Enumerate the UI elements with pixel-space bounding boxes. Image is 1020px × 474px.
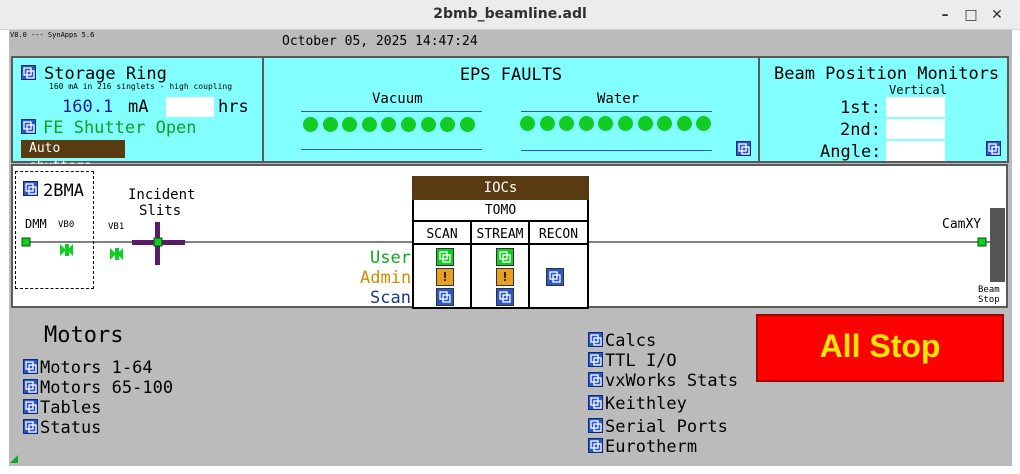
menu-keithley[interactable]: Keithley (588, 394, 748, 414)
resize-grip-icon[interactable] (10, 455, 18, 463)
menu-eurotherm[interactable]: Eurotherm (588, 437, 748, 457)
iocs-header: IOCs (412, 176, 589, 200)
dmm-marker (21, 237, 31, 247)
menu-motors-1-64-label: Motors 1-64 (40, 358, 153, 378)
menu-calcs[interactable]: Calcs (588, 331, 748, 351)
serial-ports-display-icon (588, 418, 603, 433)
ioc-scan-user-button[interactable] (436, 248, 454, 266)
vxworks-stats-display-icon (588, 372, 603, 387)
slits-marker (153, 237, 163, 247)
all-stop-label: All Stop (819, 328, 941, 364)
ioc-stream-scan-button[interactable] (496, 288, 514, 306)
menu-tables-label: Tables (40, 398, 102, 418)
menu-vxworks-stats-label: vxWorks Stats (605, 371, 739, 391)
eurotherm-display-icon (588, 438, 603, 453)
menu-status-label: Status (40, 418, 102, 438)
status-display-icon (23, 419, 38, 434)
menu-motors-1-64[interactable]: Motors 1-64 (23, 358, 193, 378)
menu-serial-ports[interactable]: Serial Ports (588, 417, 748, 437)
calcs-display-icon (588, 332, 603, 347)
menu-keithley-label: Keithley (605, 394, 687, 414)
ioc-col-stream-label: STREAM (476, 227, 524, 242)
ioc-col-scan-label: SCAN (426, 227, 458, 242)
ioc-stream-user-button[interactable] (496, 248, 514, 266)
menu-eurotherm-label: Eurotherm (605, 437, 698, 457)
menu-calcs-label: Calcs (605, 331, 657, 351)
menu-motors-65-100[interactable]: Motors 65-100 (23, 378, 193, 398)
ioc-row-scan-label: Scan (370, 288, 411, 308)
menu-motors-65-100-label: Motors 65-100 (40, 378, 174, 398)
menu-ttl-io[interactable]: TTL I/O (588, 351, 748, 371)
ioc-stream-admin-button[interactable]: ! (496, 268, 514, 286)
ioc-row-user-label: User (370, 248, 411, 268)
ioc-recon-admin-button[interactable] (546, 268, 564, 286)
ioc-scan-scan-button[interactable] (436, 288, 454, 306)
motors-1-64-display-icon (23, 359, 38, 374)
motors-65-100-display-icon (23, 379, 38, 394)
ioc-scan-admin-button[interactable]: ! (436, 268, 454, 286)
vb1-valve-stem (115, 248, 119, 260)
vb0-valve-stem (65, 244, 69, 256)
all-stop-button[interactable]: All Stop (756, 314, 1004, 382)
keithley-display-icon (588, 395, 603, 410)
menu-vxworks-stats[interactable]: vxWorks Stats (588, 371, 748, 391)
menu-status[interactable]: Status (23, 418, 193, 438)
menu-ttl-io-label: TTL I/O (605, 351, 677, 371)
ioc-header-divider (412, 243, 589, 245)
beam-stop-block (990, 208, 1005, 282)
ttl-io-display-icon (588, 352, 603, 367)
ioc-row-admin-label: Admin (360, 268, 412, 288)
tables-display-icon (23, 399, 38, 414)
camxy-marker (977, 237, 987, 247)
menu-tables[interactable]: Tables (23, 398, 193, 418)
menu-serial-ports-label: Serial Ports (605, 417, 728, 437)
motors-title: Motors (44, 323, 124, 348)
ioc-col-recon-label: RECON (538, 227, 579, 242)
tomo-group-label: TOMO (412, 200, 589, 222)
